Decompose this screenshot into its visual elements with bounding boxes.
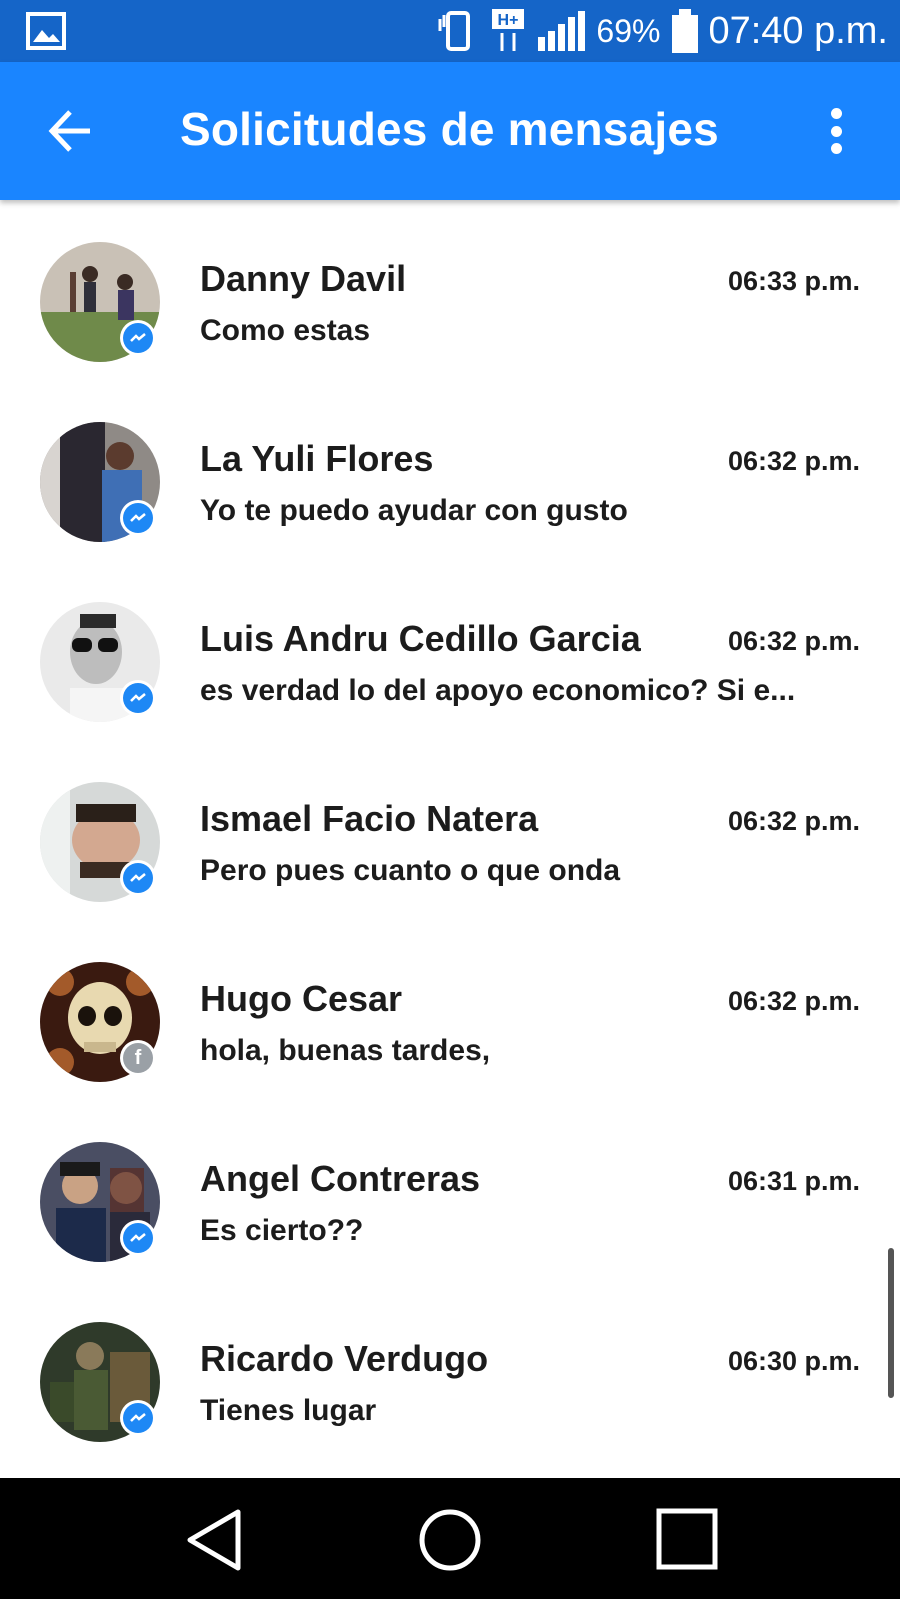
message-requests-list: Danny Davil 06:33 p.m. Como estas La Yul… <box>0 200 900 1478</box>
messenger-badge-icon <box>120 1220 156 1256</box>
messenger-badge-icon <box>120 500 156 536</box>
message-preview: Como estas <box>200 314 371 347</box>
app-bar: Solicitudes de mensajes <box>0 62 900 200</box>
contact-name: Angel Contreras <box>200 1158 481 1199</box>
status-clock: 07:40 p.m. <box>708 9 888 52</box>
list-item[interactable]: Ricardo Verdugo 06:30 p.m. Tienes lugar <box>0 1280 900 1460</box>
message-preview: Tienes lugar <box>200 1394 377 1427</box>
message-time: 06:32 p.m. <box>727 986 860 1016</box>
home-circle-icon[interactable] <box>418 1508 482 1577</box>
recents-square-icon[interactable] <box>656 1508 718 1575</box>
message-time: 06:32 p.m. <box>727 626 860 656</box>
messenger-badge-icon <box>120 320 156 356</box>
contact-name: Ricardo Verdugo <box>200 1338 489 1379</box>
signal-icon <box>536 9 588 53</box>
list-item[interactable]: Ismael Facio Natera 06:32 p.m. Pero pues… <box>0 740 900 920</box>
message-time: 06:31 p.m. <box>727 1166 860 1196</box>
vibrate-icon <box>434 9 480 53</box>
message-preview: hola, buenas tardes, <box>200 1034 491 1067</box>
message-time: 06:30 p.m. <box>727 1346 860 1376</box>
list-item[interactable]: Danny Davil 06:33 p.m. Como estas <box>0 200 900 380</box>
network-hplus-icon: H+ <box>488 7 528 55</box>
message-time: 06:32 p.m. <box>727 446 860 476</box>
messenger-badge-icon <box>120 1400 156 1436</box>
system-nav-bar <box>0 1478 900 1599</box>
messenger-badge-icon <box>120 860 156 896</box>
list-item[interactable]: Luis Andru Cedillo Garcia 06:32 p.m. es … <box>0 560 900 740</box>
message-preview: Pero pues cuanto o que onda <box>200 854 621 887</box>
back-triangle-icon[interactable] <box>184 1508 244 1577</box>
battery-percent: 69% <box>596 12 661 49</box>
contact-name: Hugo Cesar <box>200 978 403 1019</box>
facebook-badge-icon: f <box>120 1040 156 1076</box>
status-bar: H+ 69% 07:40 p.m. <box>0 0 900 62</box>
messenger-badge-icon <box>120 680 156 716</box>
message-preview: es verdad lo del apoyo economico? Si e..… <box>200 674 796 707</box>
list-item[interactable]: f Hugo Cesar 06:32 p.m. hola, buenas tar… <box>0 920 900 1100</box>
message-time: 06:33 p.m. <box>727 266 860 296</box>
scrollbar[interactable] <box>888 1248 894 1398</box>
battery-icon <box>670 7 700 55</box>
message-time: 06:32 p.m. <box>727 806 860 836</box>
more-vert-icon[interactable] <box>828 108 844 154</box>
list-item[interactable]: La Yuli Flores 06:32 p.m. Yo te puedo ay… <box>0 380 900 560</box>
message-preview: Yo te puedo ayudar con gusto <box>200 494 628 527</box>
network-label: H+ <box>498 12 519 29</box>
message-preview: Es cierto?? <box>200 1214 364 1247</box>
contact-name: Ismael Facio Natera <box>200 798 539 839</box>
contact-name: Danny Davil <box>200 258 407 299</box>
page-title: Solicitudes de mensajes <box>180 103 719 155</box>
list-item[interactable]: Angel Contreras 06:31 p.m. Es cierto?? <box>0 1100 900 1280</box>
contact-name: La Yuli Flores <box>200 438 434 479</box>
arrow-left-icon[interactable] <box>46 106 96 156</box>
gallery-icon <box>26 12 66 50</box>
contact-name: Luis Andru Cedillo Garcia <box>200 618 641 659</box>
